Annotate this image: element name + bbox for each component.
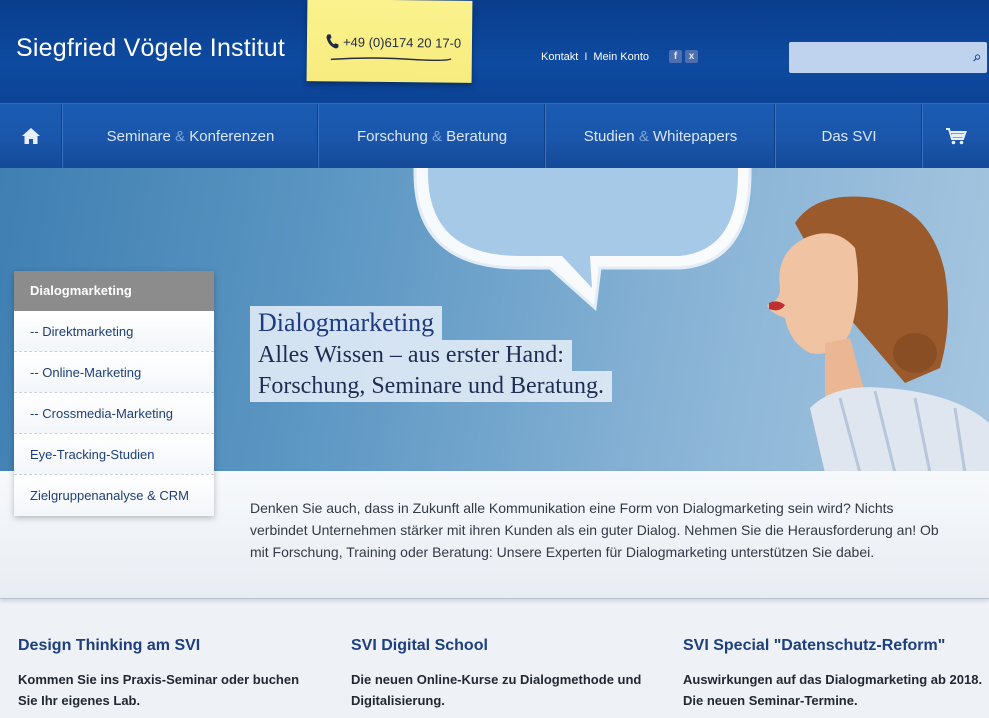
submenu-item-crossmedia-marketing[interactable]: -- Crossmedia-Marketing bbox=[14, 393, 214, 434]
hero-subtitle-line2: Forschung, Seminare und Beratung. bbox=[250, 371, 612, 402]
woman-portrait-image bbox=[767, 196, 989, 471]
teaser-digital-school[interactable]: SVI Digital School Die neuen Online-Kurs… bbox=[351, 637, 651, 711]
site-logo[interactable]: Siegfried Vögele Institut bbox=[16, 34, 285, 63]
nav-label: Studien bbox=[583, 127, 635, 145]
nav-amp: & bbox=[431, 127, 442, 145]
cart-icon bbox=[946, 128, 967, 145]
search-icon[interactable] bbox=[973, 47, 981, 69]
section-submenu: Dialogmarketing -- Direktmarketing -- On… bbox=[14, 271, 214, 516]
nav-label: Konferenzen bbox=[189, 127, 275, 145]
teaser-title[interactable]: SVI Special "Datenschutz-Reform" bbox=[683, 637, 983, 655]
nav-forschung-beratung[interactable]: Forschung & Beratung bbox=[319, 104, 546, 168]
teaser-datenschutz[interactable]: SVI Special "Datenschutz-Reform" Auswirk… bbox=[683, 637, 983, 711]
xing-icon[interactable]: x bbox=[685, 50, 699, 63]
kontakt-link[interactable]: Kontakt bbox=[541, 51, 578, 63]
site-header: Siegfried Vögele Institut +49 (0)6174 20… bbox=[0, 0, 989, 103]
nav-home[interactable] bbox=[0, 104, 63, 168]
teaser-title[interactable]: SVI Digital School bbox=[351, 637, 651, 655]
nav-seminare-konferenzen[interactable]: Seminare & Konferenzen bbox=[63, 104, 319, 168]
nav-label: Whitepapers bbox=[653, 127, 738, 145]
facebook-icon[interactable]: f bbox=[669, 50, 683, 63]
nav-amp: & bbox=[175, 127, 186, 145]
submenu-item-eye-tracking[interactable]: Eye-Tracking-Studien bbox=[14, 434, 214, 475]
hero-headline: Dialogmarketing Alles Wissen – aus erste… bbox=[250, 306, 612, 402]
teaser-design-thinking[interactable]: Design Thinking am SVI Kommen Sie ins Pr… bbox=[18, 637, 318, 711]
main-navigation: Seminare & Konferenzen Forschung & Berat… bbox=[0, 103, 989, 168]
phone-number-text: +49 (0)6174 20 17-0 bbox=[342, 34, 462, 51]
nav-label: Seminare bbox=[106, 127, 171, 145]
submenu-item-direktmarketing[interactable]: -- Direktmarketing bbox=[14, 311, 214, 352]
nav-das-svi[interactable]: Das SVI bbox=[776, 104, 923, 168]
teaser-text: Kommen Sie ins Praxis-Seminar oder buche… bbox=[18, 672, 300, 708]
phone-postit: +49 (0)6174 20 17-0 bbox=[306, 0, 473, 83]
teaser-title[interactable]: Design Thinking am SVI bbox=[18, 637, 318, 655]
intro-text: Denken Sie auch, dass in Zukunft alle Ko… bbox=[250, 500, 939, 560]
submenu-heading[interactable]: Dialogmarketing bbox=[14, 271, 214, 311]
phone-number[interactable]: +49 (0)6174 20 17-0 bbox=[325, 33, 461, 50]
hero-subtitle-line1: Alles Wissen – aus erster Hand: bbox=[250, 340, 572, 371]
nav-amp: & bbox=[638, 127, 649, 145]
nav-cart[interactable] bbox=[923, 104, 989, 168]
top-links: Kontakt I Mein Konto f x bbox=[541, 50, 699, 63]
hero-title: Dialogmarketing bbox=[250, 306, 443, 340]
link-separator: I bbox=[584, 50, 588, 63]
mein-konto-link[interactable]: Mein Konto bbox=[593, 51, 649, 63]
submenu-item-online-marketing[interactable]: -- Online-Marketing bbox=[14, 352, 214, 393]
underline-scribble bbox=[330, 57, 452, 62]
social-links: f x bbox=[669, 50, 699, 63]
search-box bbox=[789, 42, 987, 73]
teaser-text: Auswirkungen auf das Dialogmarketing ab … bbox=[683, 672, 983, 708]
phone-icon bbox=[326, 34, 339, 49]
search-input[interactable] bbox=[789, 42, 973, 73]
home-icon bbox=[22, 128, 40, 144]
nav-studien-whitepapers[interactable]: Studien & Whitepapers bbox=[546, 104, 776, 168]
teaser-text: Die neuen Online-Kurse zu Dialogmethode … bbox=[351, 672, 642, 708]
nav-label: Beratung bbox=[446, 127, 508, 145]
submenu-item-zielgruppenanalyse[interactable]: Zielgruppenanalyse & CRM bbox=[14, 475, 214, 516]
nav-label: Das SVI bbox=[821, 127, 877, 145]
nav-label: Forschung bbox=[356, 127, 428, 145]
